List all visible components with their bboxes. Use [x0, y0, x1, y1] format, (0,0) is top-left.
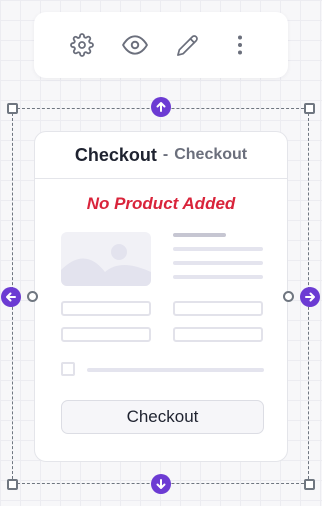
form-field-placeholder	[173, 327, 263, 342]
placeholder-line	[173, 247, 263, 251]
move-up-handle[interactable]	[151, 97, 171, 117]
move-left-handle[interactable]	[1, 287, 21, 307]
form-field-placeholder	[173, 301, 263, 316]
arrow-up-icon	[156, 102, 166, 112]
placeholder-line	[173, 233, 226, 237]
image-placeholder-icon	[61, 244, 151, 286]
more-vertical-icon	[238, 35, 243, 55]
checkbox-placeholder	[61, 362, 75, 376]
pencil-icon	[176, 34, 198, 56]
title-separator: -	[162, 146, 169, 163]
edit-button[interactable]	[170, 28, 204, 62]
widget-header: Checkout - Checkout	[35, 132, 287, 179]
resize-handle-bottom-right[interactable]	[303, 478, 315, 490]
checkout-button[interactable]: Checkout	[61, 400, 264, 434]
resize-handle-bottom-left[interactable]	[6, 478, 18, 490]
arrow-down-icon	[156, 479, 166, 489]
placeholder-line	[87, 368, 264, 372]
placeholder-line	[173, 275, 263, 279]
checkout-widget[interactable]: Checkout - Checkout No Product Added Che…	[34, 131, 288, 462]
product-image-placeholder	[61, 232, 151, 286]
spacing-handle-right[interactable]	[283, 291, 294, 302]
spacing-handle-left[interactable]	[27, 291, 38, 302]
settings-button[interactable]	[65, 28, 99, 62]
resize-handle-top-right[interactable]	[303, 102, 315, 114]
more-options-button[interactable]	[223, 28, 257, 62]
arrow-left-icon	[6, 292, 16, 302]
preview-button[interactable]	[118, 28, 152, 62]
resize-handle-top-left[interactable]	[6, 102, 18, 114]
eye-icon	[121, 35, 148, 55]
arrow-right-icon	[305, 292, 315, 302]
widget-toolbar	[34, 12, 288, 78]
move-down-handle[interactable]	[151, 474, 171, 494]
no-product-notice: No Product Added	[86, 194, 236, 213]
form-field-placeholder	[61, 327, 151, 342]
form-field-placeholder	[61, 301, 151, 316]
move-right-handle[interactable]	[300, 287, 320, 307]
widget-subtitle: Checkout	[174, 146, 248, 163]
widget-title: Checkout	[74, 144, 157, 165]
gear-icon	[69, 33, 94, 57]
placeholder-line	[173, 261, 263, 265]
